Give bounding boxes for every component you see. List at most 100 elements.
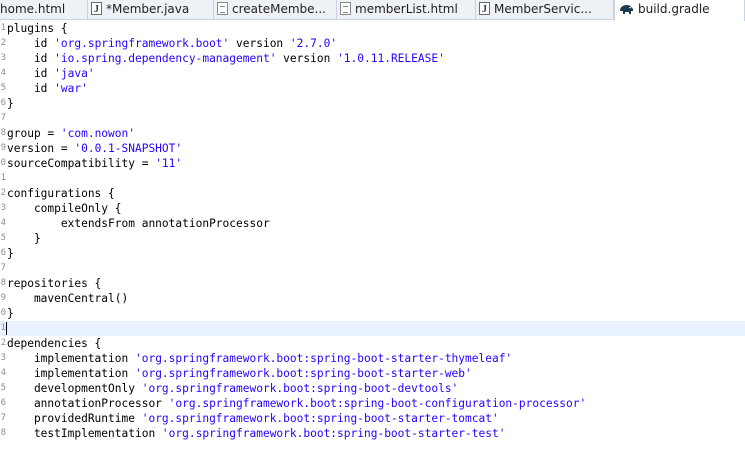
code-line[interactable]: 8 testImplementation 'org.springframewor… — [0, 426, 745, 441]
tab-5[interactable]: MemberServic... — [476, 0, 614, 20]
tab-label: home.html — [0, 2, 66, 16]
code-line[interactable]: 3 implementation 'org.springframework.bo… — [0, 351, 745, 366]
code-token: } — [7, 307, 14, 320]
line-number: 8 — [0, 428, 6, 438]
code-token: providedRuntime — [7, 412, 142, 425]
line-number: 5 — [0, 83, 6, 93]
code-text: version = '0.0.1-SNAPSHOT' — [7, 141, 182, 156]
string-literal: 'org.springframework.boot:spring-boot-de… — [141, 382, 459, 395]
html-file-icon — [340, 2, 351, 15]
java-file-icon — [479, 0, 490, 19]
code-line[interactable]: 1 — [0, 171, 745, 186]
code-line[interactable]: 7 — [0, 111, 745, 126]
string-literal: 'war' — [54, 82, 88, 95]
code-text: mavenCentral() — [7, 291, 128, 306]
string-literal: 'org.springframework.boot:spring-boot-st… — [134, 352, 513, 365]
code-line[interactable]: 5 developmentOnly 'org.springframework.b… — [0, 381, 745, 396]
code-token: version — [229, 37, 290, 50]
string-literal: 'org.springframework.boot' — [54, 37, 230, 50]
code-token: dependencies { — [7, 337, 102, 350]
code-line[interactable]: 6 annotationProcessor 'org.springframewo… — [0, 396, 745, 411]
code-text: sourceCompatibility = '11' — [7, 156, 182, 171]
code-text: dependencies { — [7, 336, 101, 351]
code-token: } — [7, 97, 14, 110]
code-line[interactable]: 6} — [0, 96, 745, 111]
code-text: extendsFrom annotationProcessor — [7, 216, 270, 231]
code-line[interactable]: 3 compileOnly { — [0, 201, 745, 216]
line-number: 5 — [0, 233, 6, 243]
code-text: id 'org.springframework.boot' version '2… — [7, 36, 337, 51]
line-number: 9 — [0, 143, 6, 153]
code-line[interactable]: 4 extendsFrom annotationProcessor — [0, 216, 745, 231]
code-token: mavenCentral() — [7, 292, 129, 305]
tab-label: createMembe... — [232, 2, 326, 16]
string-literal: '0.0.1-SNAPSHOT' — [74, 142, 183, 155]
code-line[interactable]: 8 group = 'com.nowon' — [0, 126, 745, 141]
code-token: version = — [7, 142, 75, 155]
string-literal: 'org.springframework.boot:spring-boot-st… — [141, 412, 499, 425]
code-text: configurations { — [7, 186, 115, 201]
string-literal: 'com.nowon' — [60, 127, 135, 140]
code-token: developmentOnly — [7, 382, 142, 395]
line-number: 6 — [0, 98, 6, 108]
code-line[interactable]: 6} — [0, 246, 745, 261]
line-number: 7 — [0, 263, 6, 273]
line-number: 5 — [0, 383, 6, 393]
code-token: testImplementation — [7, 427, 162, 440]
string-literal: 'org.springframework.boot:spring-boot-st… — [161, 427, 506, 440]
line-number: 6 — [0, 248, 6, 258]
code-line[interactable]: 1 plugins { — [0, 21, 745, 36]
code-line[interactable]: 3 id 'io.spring.dependency-management' v… — [0, 51, 745, 66]
tab-2[interactable]: *Member.java — [88, 0, 214, 20]
code-line[interactable]: 5 } — [0, 231, 745, 246]
code-line[interactable]: 1 — [0, 321, 745, 336]
line-number: 7 — [0, 113, 6, 123]
code-text: id 'war' — [7, 81, 88, 96]
text-caret — [6, 322, 7, 335]
line-number: 2 — [0, 188, 6, 198]
code-line[interactable]: 8 repositories { — [0, 276, 745, 291]
code-token: id — [7, 67, 55, 80]
code-text: annotationProcessor 'org.springframework… — [7, 396, 586, 411]
code-token: sourceCompatibility = — [7, 157, 156, 170]
line-number: 2 — [0, 38, 6, 48]
code-line[interactable]: 4 implementation 'org.springframework.bo… — [0, 366, 745, 381]
code-token: repositories { — [7, 277, 102, 290]
line-number: 1 — [0, 173, 6, 183]
code-line[interactable]: 2 configurations { — [0, 186, 745, 201]
code-text: } — [7, 96, 14, 111]
code-line[interactable]: 5 id 'war' — [0, 81, 745, 96]
line-number: 0 — [0, 158, 6, 168]
code-token: implementation — [7, 367, 135, 380]
code-line[interactable]: 4 id 'java' — [0, 66, 745, 81]
code-text: providedRuntime 'org.springframework.boo… — [7, 411, 499, 426]
code-token: compileOnly { — [7, 202, 122, 215]
code-line[interactable]: 7 — [0, 261, 745, 276]
tab-label: MemberServic... — [494, 2, 592, 16]
line-number: 6 — [0, 398, 6, 408]
code-line[interactable]: 9 mavenCentral() — [0, 291, 745, 306]
code-text: plugins { — [7, 21, 68, 36]
string-literal: 'java' — [54, 67, 95, 80]
string-literal: 'org.springframework.boot:spring-boot-st… — [134, 367, 472, 380]
string-literal: '11' — [155, 157, 183, 170]
tab-3[interactable]: createMembe... — [214, 0, 337, 20]
code-text: compileOnly { — [7, 201, 122, 216]
code-line[interactable]: 7 providedRuntime 'org.springframework.b… — [0, 411, 745, 426]
tab-1[interactable]: home.html — [0, 0, 88, 20]
code-text: repositories { — [7, 276, 101, 291]
code-text: } — [7, 306, 14, 321]
code-line[interactable]: 2 id 'org.springframework.boot' version … — [0, 36, 745, 51]
line-number: 8 — [0, 128, 6, 138]
code-editor[interactable]: 1 plugins {2 id 'org.springframework.boot… — [0, 20, 745, 459]
html-file-icon — [217, 2, 228, 15]
tab-6[interactable]: build.gradle — [614, 0, 745, 21]
code-text: } — [7, 246, 14, 261]
code-line[interactable]: 2 dependencies { — [0, 336, 745, 351]
tab-4[interactable]: memberList.html — [337, 0, 476, 20]
code-line[interactable]: 9 version = '0.0.1-SNAPSHOT' — [0, 141, 745, 156]
code-token: annotationProcessor — [7, 397, 169, 410]
code-line[interactable]: 0 sourceCompatibility = '11' — [0, 156, 745, 171]
code-line[interactable]: 0} — [0, 306, 745, 321]
line-number: 2 — [0, 338, 6, 348]
